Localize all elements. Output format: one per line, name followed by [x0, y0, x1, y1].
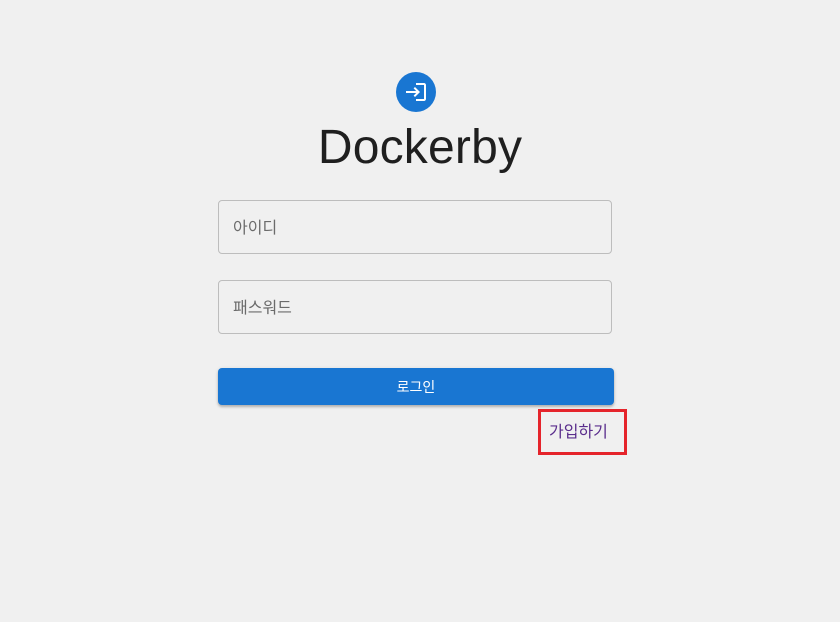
login-arrow-icon: [406, 83, 426, 101]
password-input[interactable]: [218, 280, 612, 334]
username-input[interactable]: [218, 200, 612, 254]
login-page: Dockerby 로그인 가입하기: [0, 0, 840, 622]
login-button[interactable]: 로그인: [218, 368, 614, 405]
login-icon: [396, 72, 436, 112]
page-title: Dockerby: [317, 121, 523, 174]
signup-link[interactable]: 가입하기: [549, 421, 608, 443]
